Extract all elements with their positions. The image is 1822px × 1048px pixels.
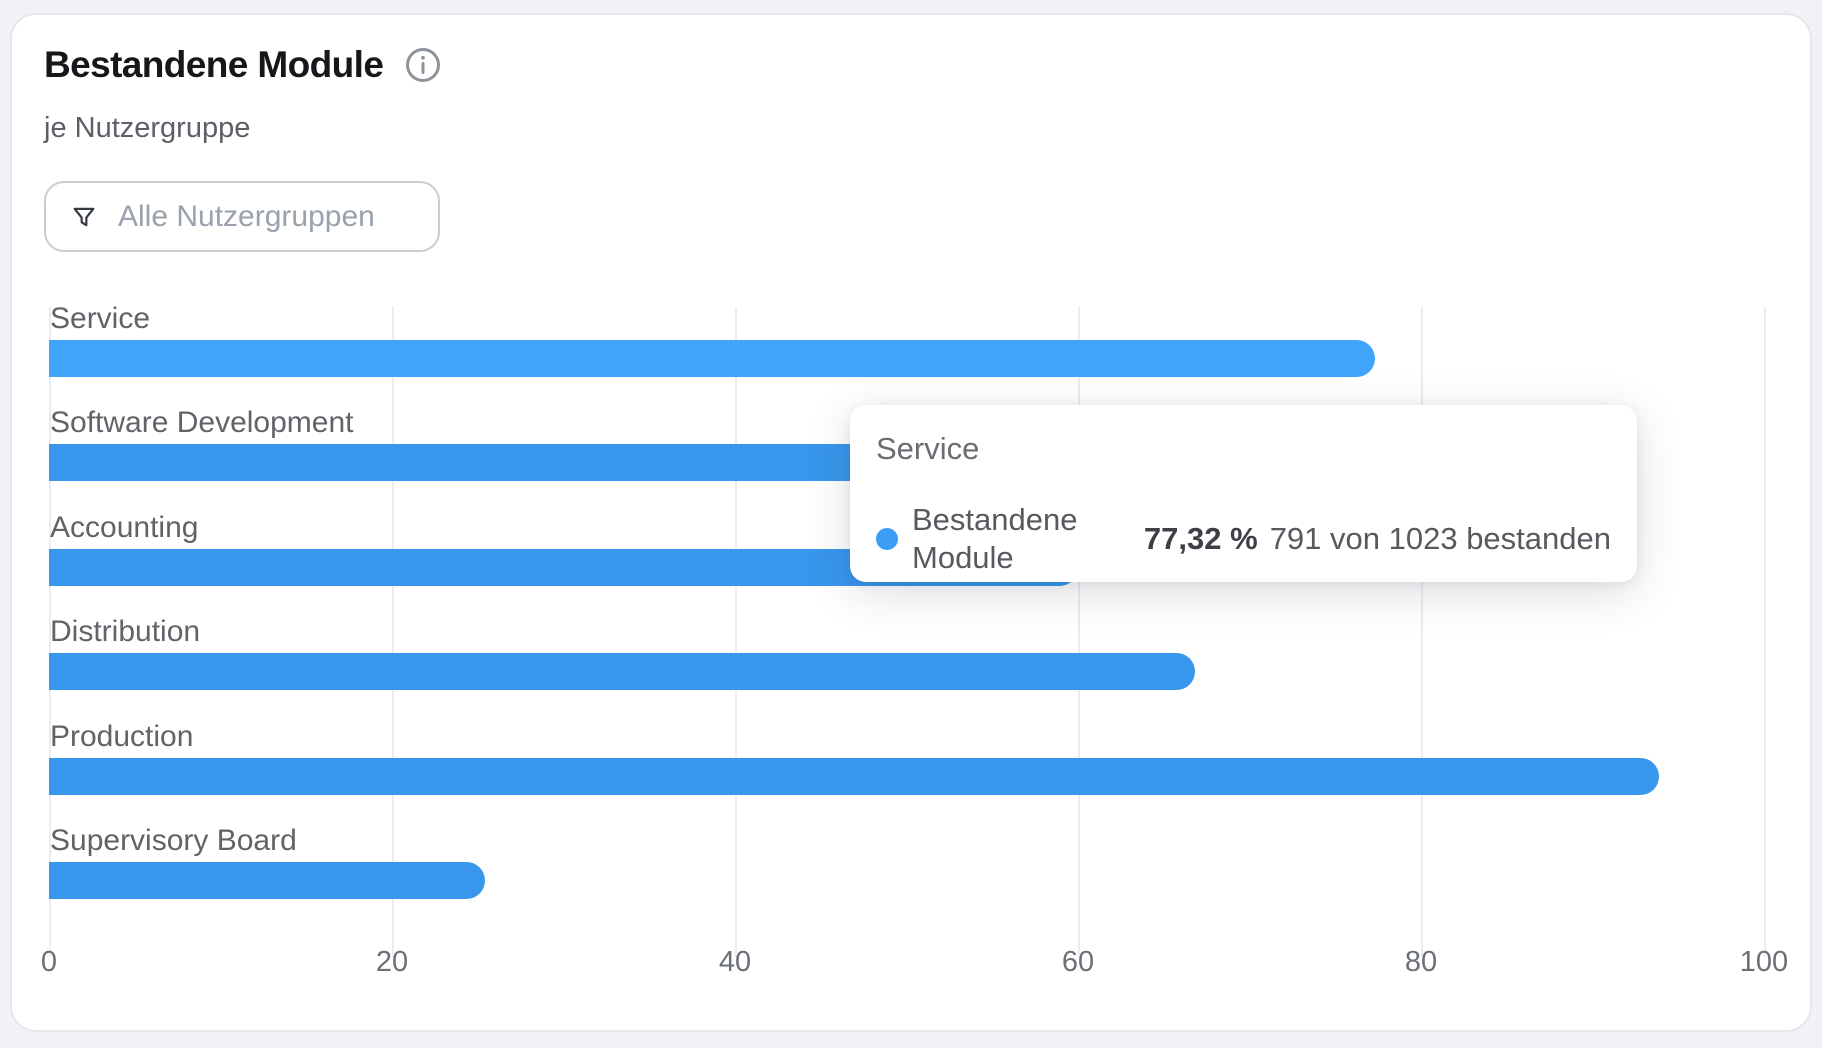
row-label-accounting: Accounting — [50, 510, 198, 546]
row-label-distribution: Distribution — [50, 614, 200, 650]
chart-tooltip: Service Bestandene Module 77,32 % 791 vo… — [850, 405, 1637, 582]
gridline-20 — [392, 307, 394, 957]
bar-production[interactable] — [49, 758, 1659, 795]
row-label-supervisory-board: Supervisory Board — [50, 823, 297, 859]
x-axis-tick-100: 100 — [1740, 947, 1788, 977]
x-axis-tick-40: 40 — [719, 947, 751, 977]
tooltip-value: 77,32 % 791 von 1023 bestanden — [1144, 520, 1611, 558]
bar-service[interactable] — [49, 340, 1375, 377]
x-axis-tick-20: 20 — [376, 947, 408, 977]
chart-card: Bestandene Module je Nutzergruppe Alle N… — [10, 13, 1812, 1032]
gridline-100 — [1764, 307, 1766, 957]
tooltip-series-row: Bestandene Module 77,32 % 791 von 1023 b… — [876, 501, 1611, 577]
tooltip-series-label: Bestandene Module — [912, 501, 1144, 577]
x-axis-tick-0: 0 — [41, 947, 57, 977]
bar-supervisory-board[interactable] — [49, 862, 485, 899]
row-label-production: Production — [50, 719, 193, 755]
x-axis-tick-80: 80 — [1405, 947, 1437, 977]
bar-distribution[interactable] — [49, 653, 1195, 690]
tooltip-value-percent: 77,32 % — [1144, 520, 1258, 558]
series-dot-icon — [876, 528, 898, 550]
row-label-service: Service — [50, 301, 150, 337]
x-axis-tick-60: 60 — [1062, 947, 1094, 977]
gridline-40 — [735, 307, 737, 957]
tooltip-value-detail: 791 von 1023 bestanden — [1270, 520, 1611, 558]
row-label-software-development: Software Development — [50, 405, 354, 441]
tooltip-title: Service — [876, 431, 1611, 467]
